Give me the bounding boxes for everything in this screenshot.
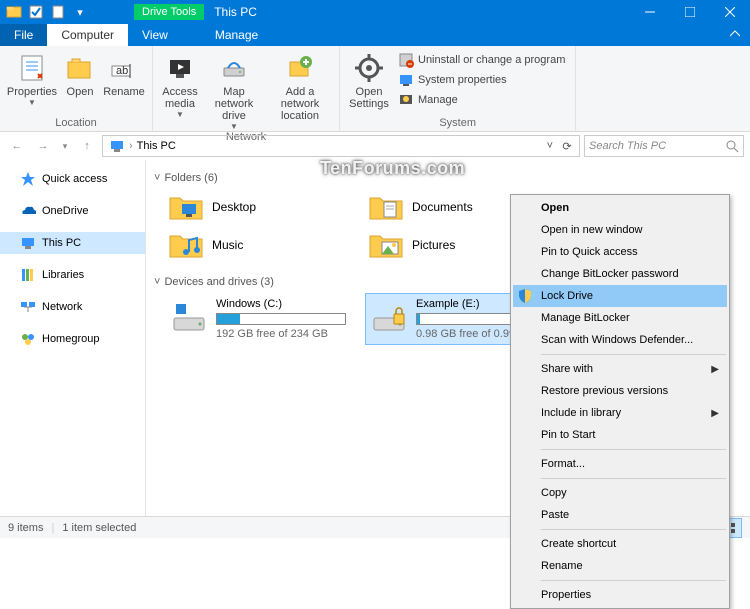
- folder-icon: [168, 192, 204, 222]
- shield-icon: [517, 288, 533, 304]
- folder-tile-music[interactable]: Music: [166, 228, 342, 262]
- folder-label: Documents: [412, 200, 473, 214]
- folder-label: Pictures: [412, 238, 455, 252]
- ribbon: Properties ▼ Open ab Rename Location Acc…: [0, 46, 750, 132]
- status-item-count: 9 items: [8, 522, 43, 534]
- context-menu-separator: [541, 478, 726, 479]
- open-button[interactable]: Open: [60, 48, 100, 98]
- submenu-arrow-icon: ▶: [711, 408, 719, 419]
- nav-this-pc[interactable]: This PC: [0, 232, 145, 254]
- titlebar: ▾ Drive Tools This PC: [0, 0, 750, 24]
- drive-icon: [170, 298, 208, 336]
- context-menu-item[interactable]: Change BitLocker password: [513, 263, 727, 285]
- chevron-down-icon: ˅: [154, 276, 160, 288]
- context-menu-separator: [541, 529, 726, 530]
- uninstall-program-button[interactable]: Uninstall or change a program: [394, 50, 569, 70]
- close-button[interactable]: [710, 0, 750, 24]
- contextual-tab-label: Drive Tools: [134, 4, 204, 20]
- context-menu-item[interactable]: Open: [513, 197, 727, 219]
- properties-button[interactable]: Properties ▼: [6, 48, 58, 107]
- context-menu-item[interactable]: Include in library▶: [513, 402, 727, 424]
- context-menu-separator: [541, 580, 726, 581]
- access-media-button[interactable]: Access media ▼: [159, 48, 201, 119]
- navigation-pane: Quick access OneDrive This PC Libraries …: [0, 160, 146, 516]
- drive-tile[interactable]: Windows (C:)192 GB free of 234 GB: [166, 294, 342, 344]
- drive-usage-bar: [216, 313, 346, 325]
- context-menu-item[interactable]: Copy: [513, 482, 727, 504]
- up-button[interactable]: ↑: [76, 135, 98, 157]
- group-header-folders[interactable]: ˅ Folders (6): [154, 172, 742, 184]
- search-icon: [725, 139, 739, 153]
- tab-view[interactable]: View: [128, 24, 182, 46]
- breadcrumb-this-pc[interactable]: › This PC: [105, 138, 180, 154]
- nav-network[interactable]: Network: [0, 296, 145, 318]
- context-menu-item[interactable]: Manage BitLocker: [513, 307, 727, 329]
- svg-text:ab: ab: [116, 65, 128, 77]
- context-menu-item[interactable]: Format...: [513, 453, 727, 475]
- address-bar-row: ← → ▾ ↑ › This PC ˅ ⟳ Search This PC: [0, 132, 750, 160]
- tab-manage[interactable]: Manage: [201, 24, 272, 46]
- folder-tile-desktop[interactable]: Desktop: [166, 190, 342, 224]
- qat-dropdown-icon[interactable]: ▾: [70, 2, 90, 22]
- context-menu-item[interactable]: Pin to Start: [513, 424, 727, 446]
- window-title: This PC: [214, 5, 257, 19]
- window-controls: [630, 0, 750, 24]
- qat-checkbox-icon[interactable]: [26, 2, 46, 22]
- open-settings-button[interactable]: Open Settings: [346, 48, 392, 110]
- minimize-button[interactable]: [630, 0, 670, 24]
- context-menu-item[interactable]: Create shortcut: [513, 533, 727, 555]
- qat-properties-icon[interactable]: [48, 2, 68, 22]
- system-properties-button[interactable]: System properties: [394, 70, 569, 90]
- context-menu-item[interactable]: Rename: [513, 555, 727, 577]
- drive-free-text: 192 GB free of 234 GB: [216, 328, 346, 340]
- context-menu-item[interactable]: Share with▶: [513, 358, 727, 380]
- nav-onedrive[interactable]: OneDrive: [0, 200, 145, 222]
- context-menu-item[interactable]: Pin to Quick access: [513, 241, 727, 263]
- nav-quick-access[interactable]: Quick access: [0, 168, 145, 190]
- context-menu-item[interactable]: Scan with Windows Defender...: [513, 329, 727, 351]
- search-input[interactable]: Search This PC: [584, 135, 744, 157]
- status-selected-count: 1 item selected: [62, 522, 136, 534]
- forward-button[interactable]: →: [32, 135, 54, 157]
- chevron-down-icon: ˅: [154, 172, 160, 184]
- nav-libraries[interactable]: Libraries: [0, 264, 145, 286]
- manage-button[interactable]: Manage: [394, 90, 569, 110]
- context-menu-separator: [541, 354, 726, 355]
- maximize-button[interactable]: [670, 0, 710, 24]
- back-button[interactable]: ←: [6, 135, 28, 157]
- context-menu-item[interactable]: Restore previous versions: [513, 380, 727, 402]
- map-network-drive-button[interactable]: Map network drive ▼: [203, 48, 265, 131]
- context-menu-item[interactable]: Open in new window: [513, 219, 727, 241]
- rename-button[interactable]: ab Rename: [102, 48, 146, 98]
- ribbon-group-location: Properties ▼ Open ab Rename Location: [0, 46, 153, 131]
- ribbon-tabs: File Computer View Manage: [0, 24, 750, 46]
- refresh-button[interactable]: ⟳: [557, 140, 577, 153]
- quick-access-toolbar: ▾: [0, 2, 94, 22]
- folder-icon: [368, 230, 404, 260]
- address-bar[interactable]: › This PC ˅ ⟳: [102, 135, 580, 157]
- ribbon-group-system: Open Settings Uninstall or change a prog…: [340, 46, 576, 131]
- nav-homegroup[interactable]: Homegroup: [0, 328, 145, 350]
- ribbon-group-network: Access media ▼ Map network drive ▼ Add a…: [153, 46, 340, 131]
- collapse-ribbon-button[interactable]: [720, 25, 750, 46]
- explorer-icon: [4, 2, 24, 22]
- context-menu-item[interactable]: Properties: [513, 584, 727, 606]
- add-network-location-button[interactable]: Add a network location: [267, 48, 333, 122]
- folder-icon: [168, 230, 204, 260]
- drive-label: Windows (C:): [216, 298, 346, 310]
- context-menu-separator: [541, 449, 726, 450]
- submenu-arrow-icon: ▶: [711, 364, 719, 375]
- folder-label: Desktop: [212, 200, 256, 214]
- folder-icon: [368, 192, 404, 222]
- context-menu-item[interactable]: Lock Drive: [513, 285, 727, 307]
- tab-computer[interactable]: Computer: [47, 24, 128, 46]
- folder-label: Music: [212, 238, 243, 252]
- address-dropdown-button[interactable]: ˅: [543, 140, 557, 152]
- context-menu-item[interactable]: Paste: [513, 504, 727, 526]
- context-menu: OpenOpen in new windowPin to Quick acces…: [510, 194, 730, 609]
- drive-icon: [370, 298, 408, 336]
- tab-file[interactable]: File: [0, 24, 47, 46]
- recent-locations-button[interactable]: ▾: [58, 135, 72, 157]
